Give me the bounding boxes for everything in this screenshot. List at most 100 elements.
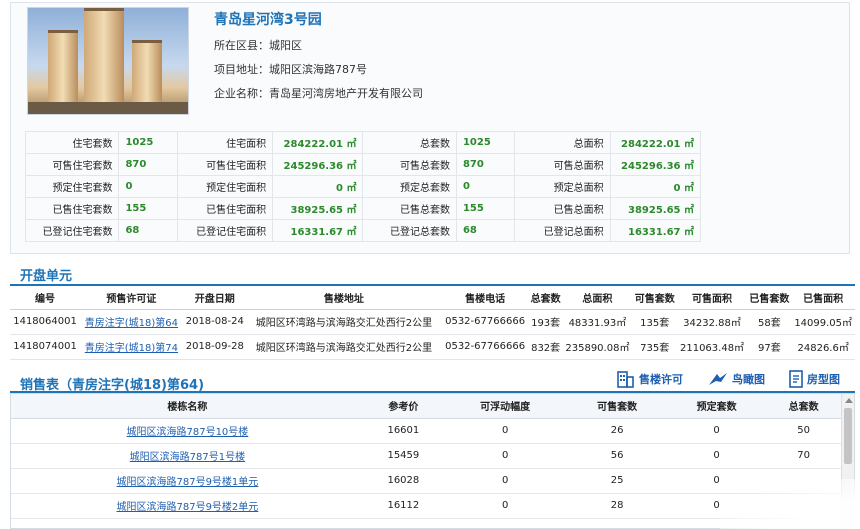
building-link[interactable]: 城阳区滨海路787号9号楼1单元 [116, 477, 258, 488]
table-cell: 193套 [529, 309, 563, 335]
table-cell: 16601 [363, 418, 443, 444]
building-link[interactable]: 城阳区滨海路787号9号楼2单元 [116, 502, 258, 513]
table-cell [766, 493, 841, 519]
stat-value: 245296.36 ㎡ [609, 153, 702, 176]
building-link[interactable]: 城阳区滨海路787号10号楼 [126, 427, 248, 438]
table-cell: 34232.88㎡ [676, 309, 748, 335]
building-cell[interactable]: 城阳区滨海路787号10号楼 [11, 418, 364, 444]
table-cell: 16028 [363, 468, 443, 494]
column-header: 楼栋名称 [11, 394, 364, 419]
stat-label: 可售总套数 [362, 153, 457, 176]
table-cell: 0 [666, 443, 767, 469]
column-header: 总面积 [562, 287, 633, 310]
table-row: 城阳区滨海路787号1号楼 15459 0 56 0 70 [11, 443, 841, 469]
stat-label: 已登记住宅面积 [176, 219, 274, 242]
table-cell: 0 [442, 418, 568, 444]
building-graphic [84, 8, 124, 104]
table-cell: 97套 [747, 334, 792, 360]
stat-value: 0 ㎡ [272, 175, 364, 198]
stat-label: 已售总套数 [362, 197, 457, 220]
scroll-up-icon[interactable] [845, 398, 853, 403]
stat-value: 38925.65 ㎡ [609, 197, 702, 220]
table-cell: 1418064001 [10, 309, 81, 335]
floorplan-button[interactable]: 房型图 [788, 370, 840, 388]
table-cell: 56 [567, 443, 667, 469]
table-cell: 0532-67766666 [441, 309, 530, 335]
table-cell: 14099.05㎡ [791, 309, 855, 335]
column-header: 售楼电话 [441, 287, 530, 310]
table-cell: 135套 [632, 309, 677, 335]
aerial-view-button[interactable]: 鸟瞰图 [707, 370, 765, 388]
stat-value: 38925.65 ㎡ [272, 197, 364, 220]
permit-cell[interactable]: 青房注字(城18)第64 [80, 309, 183, 335]
stat-label: 预定住宅套数 [24, 175, 120, 198]
column-header: 可浮动幅度 [442, 394, 568, 419]
building-icon [617, 371, 634, 388]
address-line: 项目地址：城阳区滨海路787号 [214, 61, 367, 77]
stat-value: 870 [118, 153, 178, 176]
sales-scrollbar[interactable] [841, 394, 854, 528]
table-row: 1418064001 青房注字(城18)第64 2018-08-24 城阳区环湾路与滨… [10, 309, 855, 335]
stat-label: 已登记总面积 [514, 219, 611, 242]
stat-value: 68 [118, 219, 178, 242]
ground-graphic [28, 102, 188, 114]
stat-value: 284222.01 ㎡ [272, 131, 364, 154]
table-cell: 城阳区环湾路与滨海路交汇处西行2公里 [246, 309, 442, 335]
company-value: 青岛星河湾房地产开发有限公司 [269, 87, 423, 100]
stat-label: 已售住宅面积 [176, 197, 274, 220]
column-header: 售楼地址 [246, 287, 442, 310]
permit-cell[interactable]: 青房注字(城18)第74 [80, 334, 183, 360]
permit-link[interactable]: 青房注字(城18)第64 [85, 318, 178, 329]
floorplan-label: 房型图 [807, 373, 840, 386]
table-cell: 24826.6㎡ [791, 334, 855, 360]
scroll-thumb[interactable] [844, 408, 852, 464]
table-cell: 15459 [363, 443, 443, 469]
column-header: 开盘日期 [182, 287, 247, 310]
stat-value: 155 [455, 197, 516, 220]
permit-link[interactable]: 青房注字(城18)第74 [85, 343, 178, 354]
stats-row: 住宅套数 1025 住宅面积 284222.01 ㎡总套数 1025 总面积 284222.… [24, 131, 702, 154]
stat-value: 1025 [455, 131, 516, 154]
sales-table: 楼栋名称 参考价 可浮动幅度 可售套数 预定套数 总套数 城阳区滨海路787号10号楼 16… [11, 394, 841, 519]
company-line: 企业名称：青岛星河湾房地产开发有限公司 [214, 85, 423, 101]
table-cell: 0 [666, 468, 767, 494]
table-cell: 0 [442, 443, 568, 469]
building-cell[interactable]: 城阳区滨海路787号9号楼1单元 [11, 468, 364, 494]
stat-value: 284222.01 ㎡ [609, 131, 702, 154]
stat-label: 可售住宅套数 [24, 153, 120, 176]
sales-table-container[interactable]: 楼栋名称 参考价 可浮动幅度 可售套数 预定套数 总套数 城阳区滨海路787号10号楼 16… [10, 393, 855, 529]
address-label: 项目地址： [214, 63, 269, 76]
column-header: 已售面积 [791, 287, 855, 310]
sales-header-row: 楼栋名称 参考价 可浮动幅度 可售套数 预定套数 总套数 [11, 394, 841, 419]
table-cell: 58套 [747, 309, 792, 335]
building-cell[interactable]: 城阳区滨海路787号1号楼 [11, 443, 364, 469]
column-header: 可售面积 [676, 287, 748, 310]
district-value: 城阳区 [269, 39, 302, 52]
column-header: 可售套数 [632, 287, 677, 310]
stat-value: 16331.67 ㎡ [609, 219, 702, 242]
stat-value: 0 ㎡ [609, 175, 702, 198]
column-header: 参考价 [363, 394, 443, 419]
stat-label: 已登记住宅套数 [24, 219, 120, 242]
column-header: 预定套数 [666, 394, 767, 419]
table-cell: 48331.93㎡ [562, 309, 633, 335]
building-cell[interactable]: 城阳区滨海路787号9号楼2单元 [11, 493, 364, 519]
building-link[interactable]: 城阳区滨海路787号1号楼 [130, 452, 245, 463]
floorplan-icon [789, 370, 803, 388]
table-row: 城阳区滨海路787号9号楼1单元 16028 0 25 0 [11, 468, 841, 494]
stat-label: 预定总面积 [514, 175, 611, 198]
table-cell [766, 468, 841, 494]
stats-table: 住宅套数 1025 住宅面积 284222.01 ㎡总套数 1025 总面积 284222.… [24, 131, 702, 242]
stats-row: 已登记住宅套数 68 已登记住宅面积 16331.67 ㎡已登记总套数 68 已登记总面积… [24, 219, 702, 242]
aerial-view-label: 鸟瞰图 [732, 373, 765, 386]
stat-value: 870 [455, 153, 516, 176]
district-label: 所在区县： [214, 39, 269, 52]
project-info-panel: 青岛星河湾3号园 所在区县：城阳区 项目地址：城阳区滨海路787号 企业名称：青… [10, 2, 850, 254]
table-cell: 16112 [363, 493, 443, 519]
column-header: 编号 [10, 287, 81, 310]
table-cell: 211063.48㎡ [676, 334, 748, 360]
stat-label: 已登记总套数 [362, 219, 457, 242]
sales-permit-button[interactable]: 售楼许可 [616, 370, 683, 388]
table-row: 城阳区滨海路787号10号楼 16601 0 26 0 50 [11, 418, 841, 444]
address-value: 城阳区滨海路787号 [269, 63, 367, 76]
